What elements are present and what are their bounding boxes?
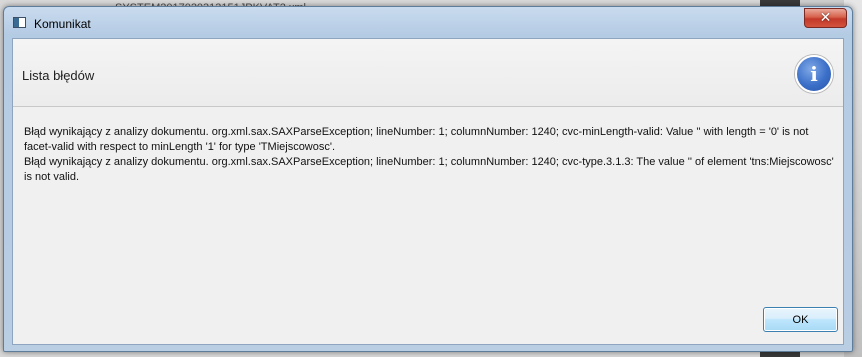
close-icon: ✕ — [819, 10, 832, 26]
titlebar[interactable]: Komunikat ✕ — [4, 7, 852, 37]
info-icon: i — [795, 55, 833, 93]
ok-button[interactable]: OK — [763, 307, 838, 332]
dialog-header-title: Lista błędów — [22, 68, 95, 83]
close-button[interactable]: ✕ — [804, 8, 847, 28]
message-dialog: Komunikat ✕ Lista błędów i Błąd wynikają… — [3, 6, 853, 352]
window-title: Komunikat — [34, 17, 91, 31]
window-icon — [13, 17, 26, 28]
info-glyph: i — [810, 62, 818, 86]
dialog-content: Lista błędów i Błąd wynikający z analizy… — [12, 38, 844, 345]
error-message: Błąd wynikający z analizy dokumentu. org… — [24, 126, 834, 183]
dialog-header: Lista błędów i — [13, 39, 843, 107]
